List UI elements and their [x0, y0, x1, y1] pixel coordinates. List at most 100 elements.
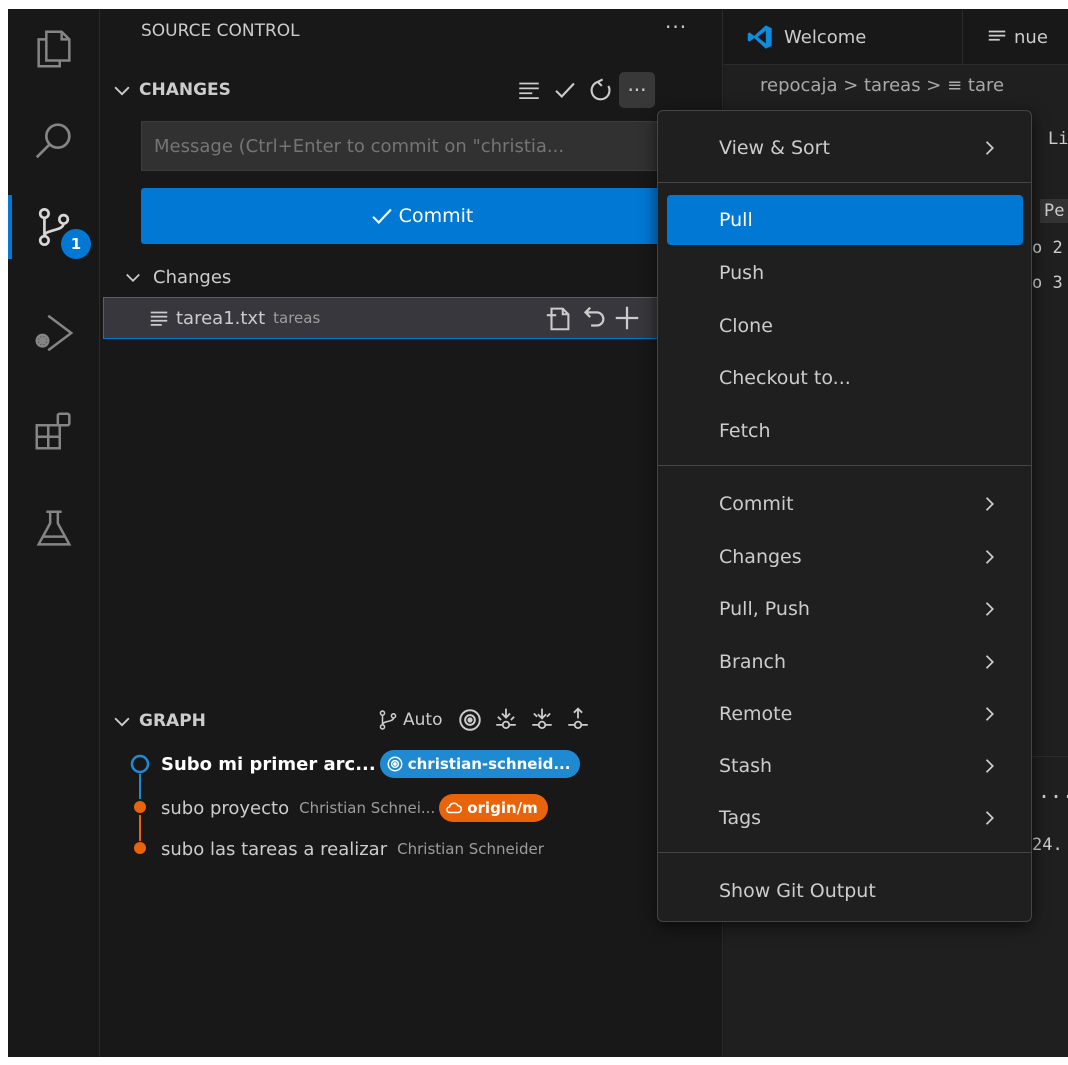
search-icon[interactable] [8, 104, 100, 176]
chevron-right-icon [985, 497, 994, 511]
remote-branch-badge: origin/m [439, 794, 548, 822]
fetch-icon [496, 708, 517, 730]
commit-check-button[interactable] [547, 72, 583, 108]
menu-item-view-sort[interactable]: View & Sort [667, 123, 1023, 173]
menu-item-fetch[interactable]: Fetch [667, 406, 1023, 456]
stage-changes-icon[interactable] [612, 303, 642, 333]
changes-section-header[interactable]: CHANGES [111, 75, 231, 105]
graph-commit-row[interactable]: subo proyecto Christian Schnei... origin… [161, 793, 548, 823]
push-icon [568, 707, 589, 730]
menu-separator [658, 465, 1031, 466]
commit-message: subo proyecto [161, 797, 290, 819]
run-debug-icon[interactable] [8, 297, 100, 369]
graph-pull-button[interactable] [524, 702, 560, 738]
sidebar-title: SOURCE CONTROL [141, 21, 300, 41]
testing-icon[interactable] [8, 493, 100, 565]
text-file-icon [988, 30, 1006, 41]
target-icon [387, 756, 403, 772]
menu-item-label: View & Sort [719, 137, 830, 159]
graph-section-label: GRAPH [139, 711, 206, 731]
pull-icon [532, 708, 553, 730]
menu-item-commit[interactable]: Commit [667, 479, 1023, 529]
tab-welcome-label: Welcome [784, 26, 867, 48]
menu-item-stash[interactable]: Stash [667, 741, 1023, 791]
graph-branch-filter[interactable]: Auto [377, 709, 442, 731]
menu-item-tags[interactable]: Tags [667, 793, 1023, 843]
extensions-icon[interactable] [8, 395, 100, 467]
open-file-icon[interactable] [544, 303, 574, 333]
menu-separator [658, 182, 1031, 183]
breadcrumb[interactable]: repocaja > tareas > ≡ tare [760, 75, 1004, 96]
check-icon [371, 208, 392, 225]
menu-item-label: Tags [719, 807, 762, 829]
tab-divider [962, 9, 963, 65]
graph-commit-row[interactable]: subo las tareas a realizar Christian Sch… [161, 834, 544, 864]
chevron-down-icon [126, 273, 140, 282]
menu-item-branch[interactable]: Branch [667, 637, 1023, 687]
menu-item-checkout[interactable]: Checkout to... [667, 353, 1023, 403]
commit-button[interactable]: Commit [141, 188, 701, 244]
changes-toolbar: ··· [511, 72, 655, 108]
branch-badge: christian-schneid... [379, 750, 581, 778]
changes-count-badge: 1 [61, 229, 91, 259]
menu-item-label: Pull, Push [719, 598, 810, 620]
menu-item-clone[interactable]: Clone [667, 301, 1023, 351]
menu-separator [658, 852, 1031, 853]
graph-push-button[interactable] [560, 702, 596, 738]
tab-nue[interactable]: nue [986, 9, 1048, 65]
view-as-tree-button[interactable] [511, 72, 547, 108]
menu-item-pull[interactable]: Pull [667, 195, 1023, 245]
editor-tab-bar: Welcome nue [724, 9, 1068, 65]
changes-group-header[interactable]: Changes [123, 262, 231, 292]
panel-more-button[interactable]: ... [1038, 779, 1068, 803]
chevron-right-icon [985, 655, 994, 669]
more-actions-label: ··· [627, 78, 647, 102]
more-actions-button[interactable]: ··· [619, 72, 655, 108]
vscode-logo-icon [747, 25, 772, 49]
commit-message-input[interactable] [141, 121, 701, 171]
discard-changes-icon[interactable] [578, 303, 608, 333]
menu-item-remote[interactable]: Remote [667, 689, 1023, 739]
menu-item-label: Pull [719, 209, 753, 231]
source-control-icon[interactable]: 1 [8, 191, 100, 263]
graph-toolbar: Auto [377, 702, 596, 738]
refresh-icon [590, 78, 611, 101]
menu-item-label: Push [719, 262, 765, 284]
menu-item-label: Stash [719, 755, 773, 777]
graph-node [134, 801, 146, 813]
chevron-right-icon [985, 759, 994, 773]
changed-file-row[interactable]: tarea1.txt tareas [103, 297, 723, 339]
panel-text-fragment: 24. [1032, 835, 1063, 855]
tab-welcome[interactable]: Welcome [746, 9, 866, 65]
menu-item-push[interactable]: Push [667, 248, 1023, 298]
commit-message: subo las tareas a realizar [161, 838, 388, 860]
commit-message: Subo mi primer arc... [161, 753, 376, 775]
menu-item-pull-push[interactable]: Pull, Push [667, 584, 1023, 634]
refresh-button[interactable] [583, 72, 619, 108]
branch-badge-label: christian-schneid... [407, 755, 571, 773]
editor-text-fragment: o 3 [1032, 273, 1063, 293]
menu-item-label: Show Git Output [719, 880, 876, 902]
graph-lanes [130, 754, 150, 854]
tab-nue-label: nue [1014, 26, 1048, 48]
chevron-down-icon [114, 86, 130, 96]
sidebar-more-button[interactable]: ··· [665, 15, 687, 39]
menu-item-show-git-output[interactable]: Show Git Output [667, 866, 1023, 916]
chevron-down-icon [114, 717, 130, 727]
chevron-right-icon [985, 602, 994, 616]
file-name: tarea1.txt [176, 307, 266, 329]
chevron-right-icon [985, 811, 994, 825]
menu-item-label: Changes [719, 546, 802, 568]
menu-item-label: Remote [719, 703, 793, 725]
explorer-icon[interactable] [8, 13, 100, 85]
graph-fetch-button[interactable] [488, 702, 524, 738]
menu-item-label: Checkout to... [719, 367, 851, 389]
menu-item-changes[interactable]: Changes [667, 532, 1023, 582]
graph-commit-row[interactable]: Subo mi primer arc... christian-schneid.… [161, 749, 581, 779]
changes-section-label: CHANGES [139, 80, 231, 100]
graph-go-to-current-button[interactable] [452, 702, 488, 738]
graph-section-header[interactable]: GRAPH [111, 706, 206, 736]
commit-author: Christian Schneider [397, 840, 544, 858]
changes-group-label: Changes [153, 266, 232, 288]
remote-branch-badge-label: origin/m [467, 799, 538, 817]
